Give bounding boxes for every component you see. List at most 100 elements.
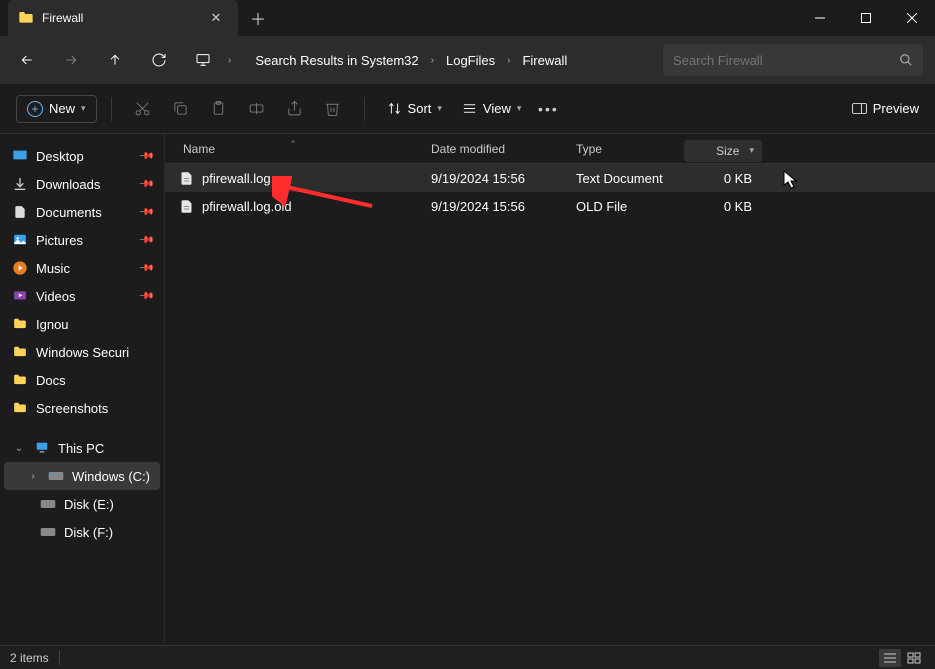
pc-icon[interactable] (184, 41, 222, 79)
sidebar-label: This PC (58, 441, 104, 456)
chevron-down-icon: ▾ (437, 103, 442, 114)
downloads-icon (12, 176, 28, 192)
sidebar-item-docs[interactable]: Docs (4, 366, 160, 394)
sidebar-label: Music (36, 261, 70, 276)
file-date: 9/19/2024 15:56 (421, 199, 566, 214)
search-input[interactable] (673, 53, 899, 68)
sidebar-item-ignou[interactable]: Ignou (4, 310, 160, 338)
tab-firewall[interactable]: Firewall ✕ (8, 0, 238, 36)
sidebar-label: Screenshots (36, 401, 108, 416)
file-size: 0 KB (684, 199, 762, 214)
sidebar-item-pictures[interactable]: Pictures 📌 (4, 226, 160, 254)
new-label: New (49, 101, 75, 116)
details-view-button[interactable] (879, 649, 901, 667)
content: Desktop 📌 Downloads 📌 Documents 📌 Pictur… (0, 134, 935, 645)
back-button[interactable] (8, 41, 46, 79)
share-button[interactable] (278, 92, 312, 126)
copy-button[interactable] (164, 92, 198, 126)
sidebar-item-disk-e[interactable]: Disk (E:) (4, 490, 160, 518)
search-box[interactable] (663, 44, 923, 76)
col-date-label: Date modified (431, 142, 505, 156)
collapse-icon[interactable]: ⌄ (12, 443, 26, 454)
chevron-right-icon: › (507, 55, 510, 66)
sidebar-item-winsec[interactable]: Windows Securi (4, 338, 160, 366)
documents-icon (12, 204, 28, 220)
column-headers: ⌃ Name Date modified Type Size▾ (165, 134, 935, 164)
pin-icon: 📌 (137, 204, 154, 221)
rename-button[interactable] (240, 92, 274, 126)
pin-icon: 📌 (137, 232, 154, 249)
sidebar-item-music[interactable]: Music 📌 (4, 254, 160, 282)
file-type: OLD File (566, 199, 684, 214)
breadcrumb-seg3[interactable]: Firewall (516, 49, 573, 72)
sidebar-item-windows-c[interactable]: › Windows (C:) (4, 462, 160, 490)
sidebar[interactable]: Desktop 📌 Downloads 📌 Documents 📌 Pictur… (0, 134, 165, 645)
sidebar-item-downloads[interactable]: Downloads 📌 (4, 170, 160, 198)
sidebar-item-videos[interactable]: Videos 📌 (4, 282, 160, 310)
maximize-button[interactable] (843, 0, 889, 36)
breadcrumb-seg1[interactable]: Search Results in System32 (249, 49, 424, 72)
delete-button[interactable] (316, 92, 350, 126)
col-type-label: Type (576, 142, 602, 156)
divider (364, 97, 365, 121)
search-icon (899, 53, 913, 67)
col-size-label: Size (716, 144, 739, 158)
navbar: › Search Results in System32 › LogFiles … (0, 36, 935, 84)
large-icons-view-button[interactable] (903, 649, 925, 667)
sort-button[interactable]: Sort ▾ (379, 96, 450, 121)
preview-label: Preview (873, 101, 919, 116)
sidebar-item-screenshots[interactable]: Screenshots (4, 394, 160, 422)
more-button[interactable]: ••• (533, 101, 563, 117)
sidebar-label: Windows Securi (36, 345, 129, 360)
refresh-button[interactable] (140, 41, 178, 79)
drive-icon (40, 496, 56, 512)
expand-icon[interactable]: › (26, 471, 40, 482)
breadcrumb: Search Results in System32 › LogFiles › … (241, 43, 657, 77)
cut-button[interactable] (126, 92, 160, 126)
sidebar-item-desktop[interactable]: Desktop 📌 (4, 142, 160, 170)
preview-button[interactable]: Preview (852, 101, 919, 116)
file-date: 9/19/2024 15:56 (421, 171, 566, 186)
file-list: ⌃ Name Date modified Type Size▾ pfirewal… (165, 134, 935, 645)
desktop-icon (12, 148, 28, 164)
pin-icon: 📌 (137, 288, 154, 305)
new-tab-button[interactable]: ＋ (238, 0, 278, 36)
minimize-button[interactable] (797, 0, 843, 36)
sidebar-item-disk-f[interactable]: Disk (F:) (4, 518, 160, 546)
titlebar: Firewall ✕ ＋ (0, 0, 935, 36)
forward-button[interactable] (52, 41, 90, 79)
window-controls (797, 0, 935, 36)
new-button[interactable]: + New ▾ (16, 95, 97, 123)
sort-label: Sort (408, 101, 432, 116)
breadcrumb-seg2[interactable]: LogFiles (440, 49, 501, 72)
drive-icon (40, 524, 56, 540)
sidebar-item-documents[interactable]: Documents 📌 (4, 198, 160, 226)
close-window-button[interactable] (889, 0, 935, 36)
document-icon (179, 199, 194, 214)
item-count: 2 items (10, 651, 49, 665)
pin-icon: 📌 (137, 176, 154, 193)
plus-icon: + (27, 101, 43, 117)
file-name: pfirewall.log (202, 171, 271, 186)
col-size[interactable]: Size▾ (684, 140, 762, 162)
pin-icon: 📌 (137, 148, 154, 165)
tab-title: Firewall (42, 11, 196, 25)
document-icon (179, 171, 194, 186)
col-type[interactable]: Type (566, 142, 684, 156)
file-row[interactable]: pfirewall.log 9/19/2024 15:56 Text Docum… (165, 164, 935, 192)
close-tab-button[interactable]: ✕ (204, 10, 228, 26)
sidebar-item-thispc[interactable]: ⌄ This PC (4, 434, 160, 462)
folder-icon (18, 10, 34, 26)
sort-asc-icon: ⌃ (289, 139, 297, 150)
paste-button[interactable] (202, 92, 236, 126)
sidebar-label: Downloads (36, 177, 100, 192)
file-row[interactable]: pfirewall.log.old 9/19/2024 15:56 OLD Fi… (165, 192, 935, 220)
up-button[interactable] (96, 41, 134, 79)
folder-icon (12, 400, 28, 416)
col-date[interactable]: Date modified (421, 142, 566, 156)
file-size: 0 KB (684, 171, 762, 186)
col-name[interactable]: ⌃ Name (165, 142, 421, 156)
sidebar-label: Pictures (36, 233, 83, 248)
view-button[interactable]: View ▾ (454, 96, 529, 121)
chevron-right-icon: › (228, 55, 231, 66)
